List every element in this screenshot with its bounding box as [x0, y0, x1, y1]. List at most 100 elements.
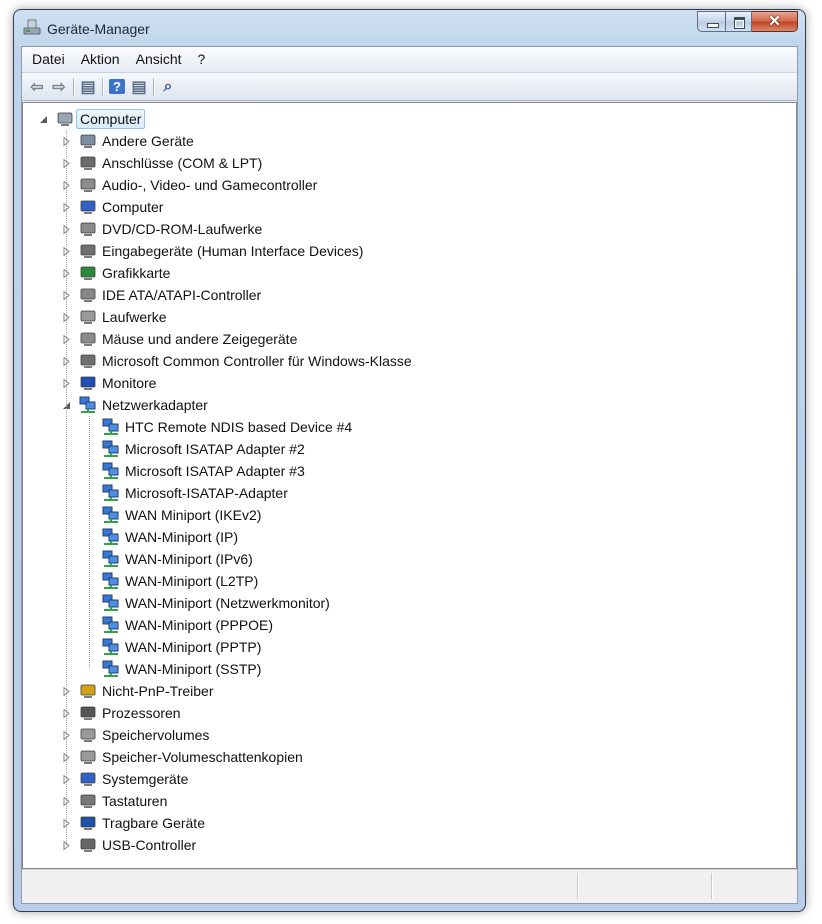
tree-item-microsoft-common-controller-fur-windows-klasse[interactable]: Microsoft Common Controller für Windows-… — [62, 350, 412, 372]
driver-icon — [79, 682, 97, 700]
show-hide-console-tree-button[interactable]: ▤ — [77, 77, 99, 97]
network-adapter-icon — [102, 594, 120, 612]
tree-item-speicher-volumeschattenkopien[interactable]: Speicher-Volumeschattenkopien — [62, 746, 303, 768]
close-icon: ✕ — [768, 13, 781, 30]
network-adapter-icon — [102, 572, 120, 590]
tree-item-label: WAN-Miniport (PPPOE) — [125, 617, 274, 633]
tree-item-network-adapter[interactable]: Microsoft ISATAP Adapter #3 — [102, 460, 305, 482]
network-adapter-icon — [102, 440, 120, 458]
network-adapter-icon — [102, 418, 120, 436]
tree-item-mause-und-andere-zeigegerate[interactable]: Mäuse und andere Zeigegeräte — [62, 328, 297, 350]
tree-item-laufwerke[interactable]: Laufwerke — [62, 306, 167, 328]
tree-item-monitore[interactable]: Monitore — [62, 372, 156, 394]
properties-icon: ▤ — [131, 78, 147, 96]
tree-item-network-adapter[interactable]: Microsoft ISATAP Adapter #2 — [102, 438, 305, 460]
collapse-arrow-icon[interactable] — [39, 115, 48, 124]
tree-item-label: WAN-Miniport (IP) — [125, 529, 239, 545]
tree-item-network-adapter[interactable]: WAN-Miniport (L2TP) — [102, 570, 258, 592]
tree-item-systemgerate[interactable]: Systemgeräte — [62, 768, 188, 790]
tree-item-network-adapter[interactable]: WAN-Miniport (IPv6) — [102, 548, 253, 570]
shadow-copy-icon — [79, 748, 97, 766]
tree-item-anschlusse-com-lpt[interactable]: Anschlüsse (COM & LPT) — [62, 152, 262, 174]
menu-item[interactable]: Ansicht — [130, 47, 188, 72]
tree-item-label: Prozessoren — [102, 705, 181, 721]
tree-item-label: Mäuse und andere Zeigegeräte — [102, 331, 298, 347]
tree-item-eingabegerate-human-interface-devices[interactable]: Eingabegeräte (Human Interface Devices) — [62, 240, 363, 262]
back-icon: ⇦ — [30, 78, 44, 96]
tree-item-label: Tragbare Geräte — [102, 815, 205, 831]
tree-item-andere-gerate[interactable]: Andere Geräte — [62, 130, 194, 152]
title-bar[interactable]: Geräte-Manager ✕ — [14, 10, 805, 46]
tree-item-netzwerkadapter[interactable]: Netzwerkadapter — [62, 394, 208, 416]
tree-item-dvd-cd-rom-laufwerke[interactable]: DVD/CD-ROM-Laufwerke — [62, 218, 262, 240]
tree-item-network-adapter[interactable]: WAN-Miniport (PPPOE) — [102, 614, 273, 636]
tree-item-label: Audio-, Video- und Gamecontroller — [102, 177, 318, 193]
tree-item-ide-ata-atapi-controller[interactable]: IDE ATA/ATAPI-Controller — [62, 284, 261, 306]
tree-item-label: Microsoft ISATAP Adapter #2 — [125, 441, 305, 457]
tree-item-speichervolumes[interactable]: Speichervolumes — [62, 724, 209, 746]
network-adapter-icon — [102, 506, 120, 524]
device-tree[interactable]: Computer Andere Geräte Anschlüsse (COM & L… — [22, 102, 797, 869]
tree-item-usb-controller[interactable]: USB-Controller — [62, 834, 196, 856]
tree-item-label: Eingabegeräte (Human Interface Devices) — [102, 243, 364, 259]
volume-icon — [79, 726, 97, 744]
toolbar-separator — [102, 77, 103, 96]
computer-icon — [79, 198, 97, 216]
tree-item-tastaturen[interactable]: Tastaturen — [62, 790, 167, 812]
tree-item-network-adapter[interactable]: HTC Remote NDIS based Device #4 — [102, 416, 352, 438]
tree-item-network-adapter[interactable]: WAN Miniport (IKEv2) — [102, 504, 261, 526]
scan-hardware-icon: ⌕ — [163, 77, 173, 95]
tree-item-network-adapter[interactable]: WAN-Miniport (PPTP) — [102, 636, 261, 658]
show-hide-console-tree-icon: ▤ — [80, 78, 96, 96]
tree-item-label: WAN-Miniport (IPv6) — [125, 551, 253, 567]
tree-item-label: Computer — [80, 111, 142, 127]
tree-item-network-adapter[interactable]: Microsoft-ISATAP-Adapter — [102, 482, 288, 504]
network-adapter-icon — [79, 396, 97, 414]
menu-item[interactable]: Datei — [26, 47, 71, 72]
toolbar-separator — [153, 77, 154, 96]
tree-item-computer[interactable]: Computer — [62, 196, 163, 218]
menu-item[interactable]: ? — [192, 47, 212, 72]
tree-item-computer-root[interactable]: Computer — [39, 108, 146, 130]
tree-item-label: IDE ATA/ATAPI-Controller — [102, 287, 262, 303]
keyboard-icon — [79, 792, 97, 810]
tree-item-nicht-pnp-treiber[interactable]: Nicht-PnP-Treiber — [62, 680, 214, 702]
forward-button[interactable]: ⇨ — [48, 77, 70, 97]
tree-item-network-adapter[interactable]: WAN-Miniport (SSTP) — [102, 658, 261, 680]
client-area: Datei Aktion Ansicht? ⇦ ⇨ ▤? ▤ ⌕ Computer Ander… — [21, 46, 798, 904]
network-adapter-icon — [102, 462, 120, 480]
minimize-button[interactable] — [697, 11, 725, 32]
tree-item-label: Microsoft Common Controller für Windows-… — [102, 353, 412, 369]
processor-icon — [79, 704, 97, 722]
speaker-icon — [79, 176, 97, 194]
tree-guide-line — [66, 130, 67, 845]
menu-bar: Datei Aktion Ansicht? — [22, 47, 797, 73]
close-button[interactable]: ✕ — [752, 11, 798, 32]
monitor-icon — [79, 374, 97, 392]
tree-item-network-adapter[interactable]: WAN-Miniport (IP) — [102, 526, 238, 548]
tree-item-label: WAN-Miniport (PPTP) — [125, 639, 262, 655]
computer-icon — [56, 110, 74, 128]
maximize-icon — [734, 17, 745, 29]
mouse-icon — [79, 330, 97, 348]
tree-item-label: Speicher-Volumeschattenkopien — [102, 749, 303, 765]
tree-item-network-adapter[interactable]: WAN-Miniport (Netzwerkmonitor) — [102, 592, 330, 614]
tree-item-prozessoren[interactable]: Prozessoren — [62, 702, 181, 724]
back-button[interactable]: ⇦ — [26, 77, 48, 97]
tree-item-label: Nicht-PnP-Treiber — [102, 683, 214, 699]
maximize-button[interactable] — [725, 11, 752, 32]
tree-item-tragbare-gerate[interactable]: Tragbare Geräte — [62, 812, 205, 834]
usb-icon — [79, 836, 97, 854]
tree-item-label: Netzwerkadapter — [102, 397, 208, 413]
help-button[interactable]: ? — [106, 77, 128, 97]
tree-item-audio-video-und-gamecontroller[interactable]: Audio-, Video- und Gamecontroller — [62, 174, 317, 196]
menu-item[interactable]: Aktion — [75, 47, 126, 72]
controller-icon — [79, 352, 97, 370]
port-icon — [79, 154, 97, 172]
tree-item-grafikkarte[interactable]: Grafikkarte — [62, 262, 170, 284]
device-manager-window: Geräte-Manager ✕ Datei Aktion Ansicht? ⇦ ⇨ ▤… — [13, 9, 806, 912]
tree-item-label: USB-Controller — [102, 837, 197, 853]
properties-button[interactable]: ▤ — [128, 77, 150, 97]
scan-hardware-button[interactable]: ⌕ — [157, 77, 179, 97]
tree-item-label: Systemgeräte — [102, 771, 189, 787]
